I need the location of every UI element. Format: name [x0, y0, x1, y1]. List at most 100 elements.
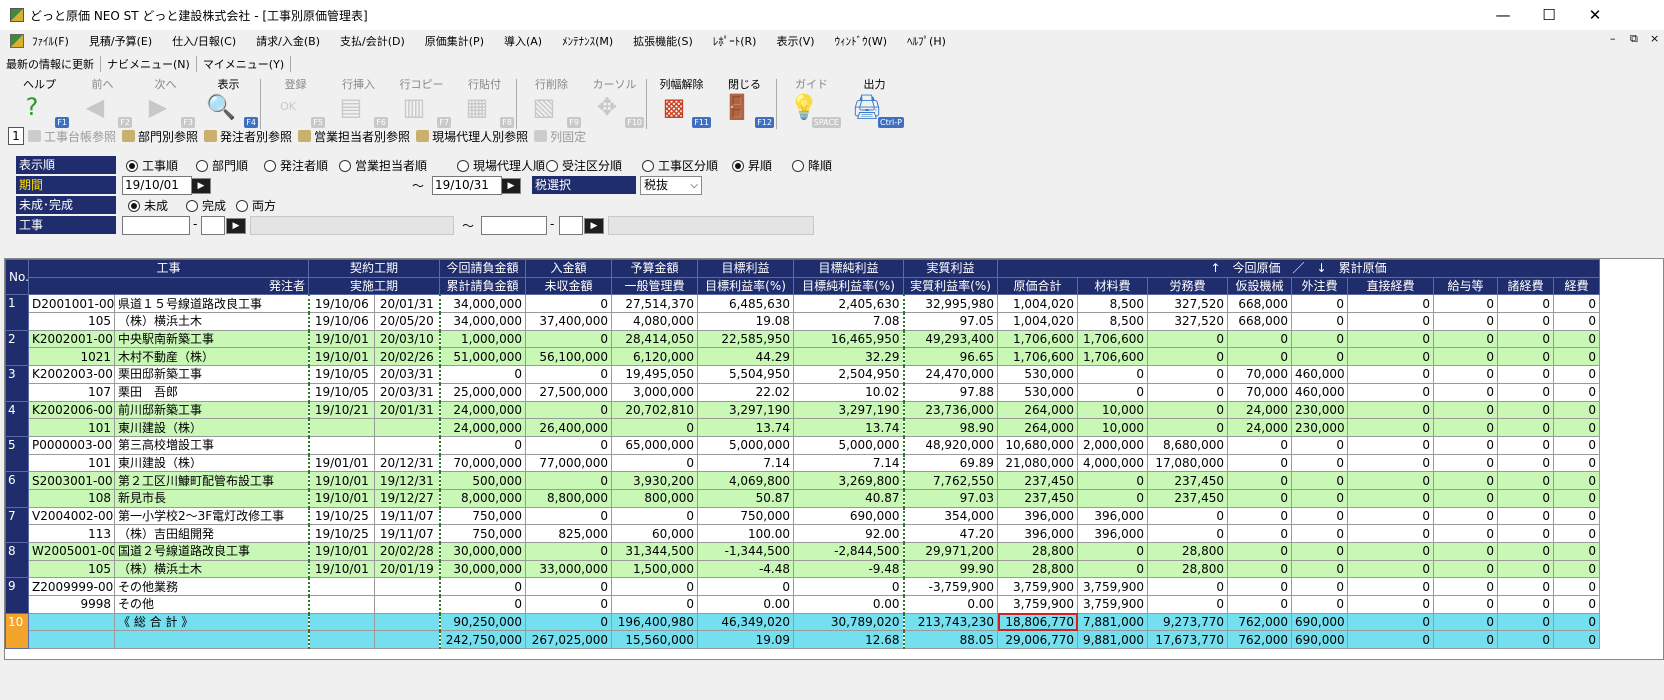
cell[interactable]: 栗田 吾郎: [113, 382, 310, 402]
cell[interactable]: 32,995,980: [903, 294, 999, 314]
cell[interactable]: 0: [1553, 329, 1601, 349]
cell[interactable]: 0: [525, 435, 613, 455]
cell[interactable]: 0: [1497, 382, 1555, 402]
cell[interactable]: 0: [1227, 488, 1293, 508]
cell[interactable]: 0: [439, 577, 527, 597]
mdi-minimize-button[interactable]: –: [1610, 32, 1616, 45]
cell[interactable]: 70,000: [1227, 382, 1293, 402]
cell[interactable]: 0: [439, 365, 527, 384]
cell[interactable]: 0: [1147, 418, 1229, 437]
row-number[interactable]: 9: [5, 577, 29, 614]
order-option-1[interactable]: 部門順: [196, 157, 248, 174]
cell[interactable]: 396,000: [1077, 506, 1149, 526]
cell[interactable]: 19/11/07: [374, 524, 441, 543]
cell[interactable]: 0: [1433, 400, 1499, 420]
cell[interactable]: 668,000: [1227, 294, 1293, 314]
column-header-bottom-2[interactable]: 累計請負金額: [439, 276, 527, 296]
cell[interactable]: 20/02/28: [374, 542, 441, 561]
column-header-project[interactable]: 工事: [27, 259, 310, 278]
cell[interactable]: 0: [439, 595, 527, 614]
cell[interactable]: 0: [1497, 435, 1555, 455]
cell[interactable]: 20,702,810: [611, 400, 699, 420]
menu-item-9[interactable]: ﾚﾎﾟｰﾄ(R): [713, 33, 757, 49]
period-from-picker-button[interactable]: ▶: [191, 178, 211, 194]
cell[interactable]: 29,006,770: [997, 630, 1079, 650]
cell[interactable]: 19/11/07: [374, 506, 441, 526]
cell[interactable]: 60,000: [611, 524, 699, 543]
cell[interactable]: 20/01/31: [374, 294, 441, 314]
cell[interactable]: 3,000,000: [611, 382, 699, 402]
cell[interactable]: 0: [611, 506, 699, 526]
cell[interactable]: 750,000: [439, 506, 527, 526]
cell[interactable]: 0: [1553, 595, 1601, 614]
cell[interactable]: 668,000: [1227, 312, 1293, 331]
cell[interactable]: 0: [1553, 630, 1601, 650]
cell[interactable]: 2,504,950: [793, 365, 905, 384]
cell[interactable]: 第一小学校2～3F電灯改修工事: [113, 506, 310, 526]
cell[interactable]: 97.88: [903, 382, 999, 402]
cell[interactable]: 0: [1553, 435, 1601, 455]
cell[interactable]: 77,000,000: [525, 453, 613, 473]
cell[interactable]: 396,000: [997, 524, 1079, 543]
cell[interactable]: 5,504,950: [697, 365, 795, 384]
cell[interactable]: 2,000,000: [1077, 435, 1149, 455]
cell[interactable]: 5,000,000: [697, 435, 795, 455]
project-from-search-button[interactable]: ▶: [226, 218, 246, 234]
cell[interactable]: 0: [1433, 418, 1499, 437]
cell[interactable]: 70,000,000: [439, 453, 527, 473]
cell[interactable]: 762,000: [1227, 612, 1293, 632]
cell[interactable]: 530,000: [997, 382, 1079, 402]
radio-circle[interactable]: [792, 159, 804, 172]
cell[interactable]: 51,000,000: [439, 347, 527, 367]
cell[interactable]: 47.20: [903, 524, 999, 543]
cell[interactable]: [308, 595, 376, 614]
cell[interactable]: 396,000: [1077, 524, 1149, 543]
cell[interactable]: 0: [1347, 577, 1435, 597]
radio-circle[interactable]: [196, 159, 208, 172]
cell[interactable]: 19/10/06: [308, 294, 376, 314]
menu-item-11[interactable]: ｳｨﾝﾄﾞｳ(W): [835, 33, 887, 49]
cell[interactable]: 0: [1291, 577, 1349, 597]
cell[interactable]: 0: [1291, 294, 1349, 314]
cell[interactable]: 0: [1347, 595, 1435, 614]
cell[interactable]: 46,349,020: [697, 612, 795, 632]
toolbar-button-6[interactable]: 行コピー ▥ F7: [390, 78, 453, 130]
cell[interactable]: 中央駅南新築工事: [113, 329, 310, 349]
cell[interactable]: 19/10/05: [308, 365, 376, 384]
cell[interactable]: [374, 577, 441, 597]
radio-circle[interactable]: [642, 159, 654, 172]
cell[interactable]: 21,080,000: [997, 453, 1079, 473]
cell[interactable]: 国道２号線道路改良工事: [113, 542, 310, 561]
cell[interactable]: 0: [1291, 312, 1349, 331]
toolbar-button-7[interactable]: 行貼付 ▦ F8: [453, 78, 516, 130]
cell[interactable]: 6,485,630: [697, 294, 795, 314]
cell[interactable]: 26,400,000: [525, 418, 613, 437]
cell[interactable]: 10,000: [1077, 418, 1149, 437]
toolbar-button-1[interactable]: 前へ ◀ F2: [71, 78, 134, 130]
cell[interactable]: 56,100,000: [525, 347, 613, 367]
quick-item-0[interactable]: 最新の情報に更新: [0, 56, 101, 72]
cell[interactable]: （株）吉田組開発: [113, 524, 310, 543]
cell[interactable]: 0: [525, 329, 613, 349]
cell[interactable]: 28,414,050: [611, 329, 699, 349]
cell[interactable]: 0: [525, 595, 613, 614]
cell[interactable]: 31,344,500: [611, 542, 699, 561]
cell[interactable]: 0: [1497, 542, 1555, 561]
cell[interactable]: 20/01/19: [374, 559, 441, 579]
cell[interactable]: 県道１５号線道路改良工事: [113, 294, 310, 314]
cell[interactable]: 0: [793, 577, 905, 597]
cell[interactable]: 242,750,000: [439, 630, 527, 650]
cell[interactable]: 19/10/01: [308, 471, 376, 490]
radio-circle[interactable]: [126, 159, 138, 172]
radio-circle[interactable]: [264, 159, 276, 172]
column-header-bottom-10[interactable]: 労務費: [1147, 276, 1229, 296]
cell[interactable]: 0: [1433, 382, 1499, 402]
cell[interactable]: 8,000,000: [439, 488, 527, 508]
order-option-3[interactable]: 営業担当者順: [339, 157, 427, 174]
cell[interactable]: 99.90: [903, 559, 999, 579]
cell[interactable]: 19/10/05: [308, 382, 376, 402]
cell[interactable]: 0: [1347, 453, 1435, 473]
cell[interactable]: 0: [611, 418, 699, 437]
ref-tab-2[interactable]: 発注者別参照: [204, 128, 292, 145]
row-number[interactable]: 4: [5, 400, 29, 437]
